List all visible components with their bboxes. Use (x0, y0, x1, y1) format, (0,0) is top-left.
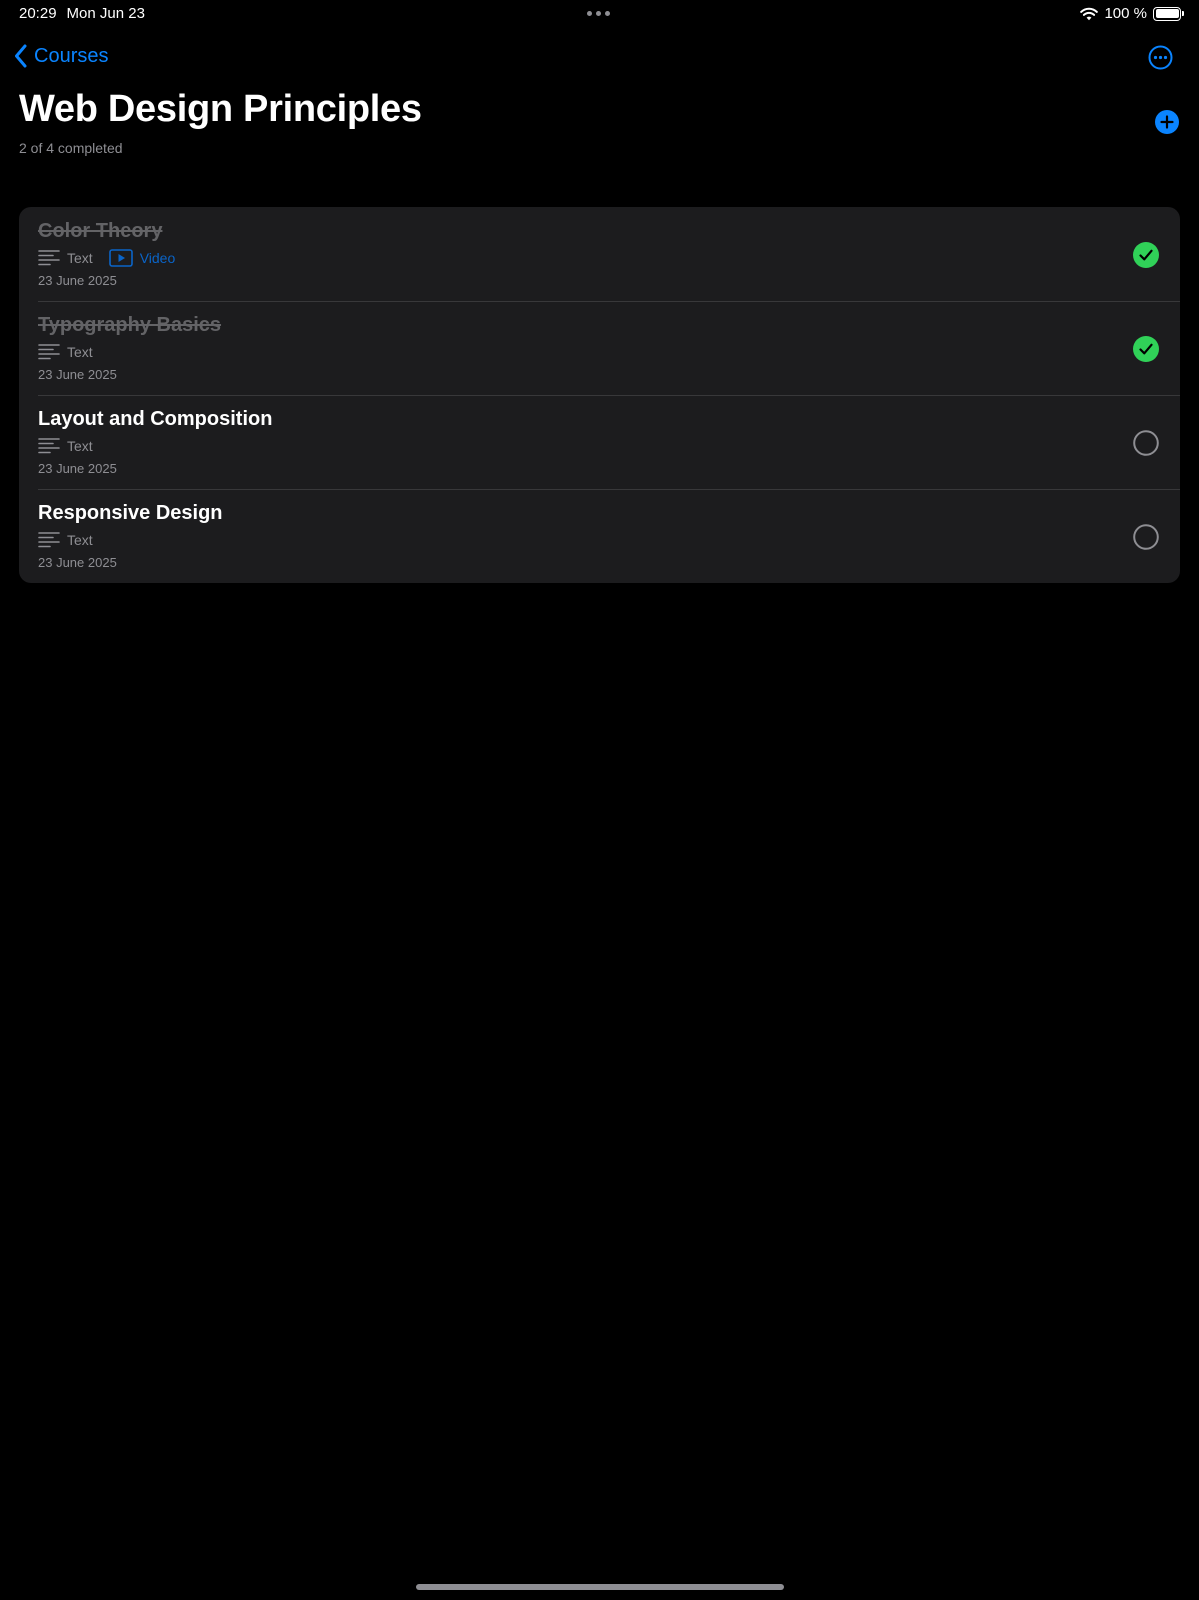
lesson-row[interactable]: Color Theory Text Video 23 June 2025 (19, 207, 1180, 301)
completion-summary: 2 of 4 completed (19, 140, 123, 156)
content-type-label: Text (67, 250, 93, 266)
ellipsis-circle-icon[interactable] (1148, 45, 1173, 70)
checkmark-circle-icon[interactable] (1133, 242, 1159, 268)
content-type-label: Text (67, 438, 93, 454)
plus-circle-icon[interactable] (1155, 110, 1179, 134)
lesson-title: Color Theory (38, 220, 163, 242)
play-rectangle-icon (108, 249, 133, 267)
status-time: 20:29 (19, 5, 57, 22)
empty-circle-icon[interactable] (1133, 430, 1159, 456)
back-button[interactable]: Courses (14, 44, 108, 68)
lesson-title: Layout and Composition (38, 408, 273, 430)
text-lines-icon (38, 344, 60, 360)
status-time-date: 20:29 Mon Jun 23 (19, 5, 145, 22)
content-type-text: Text (38, 249, 93, 267)
content-type-text: Text (38, 437, 93, 455)
content-type-label: Video (139, 250, 176, 266)
lesson-content-types: Text (38, 531, 109, 549)
content-type-label: Text (67, 532, 93, 548)
status-bar: 20:29 Mon Jun 23 100 % (0, 0, 1199, 30)
empty-circle-icon[interactable] (1133, 524, 1159, 550)
lesson-title: Responsive Design (38, 502, 223, 524)
back-button-label: Courses (34, 44, 109, 67)
checkmark-circle-icon[interactable] (1133, 336, 1159, 362)
lesson-date: 23 June 2025 (38, 273, 117, 288)
lesson-row[interactable]: Typography Basics Text 23 June 2025 (19, 301, 1180, 395)
content-type-text: Text (38, 343, 93, 361)
chevron-left-icon (15, 44, 27, 68)
text-lines-icon (38, 532, 60, 548)
content-type-video[interactable]: Video (108, 249, 176, 267)
lesson-row[interactable]: Responsive Design Text 23 June 2025 (19, 489, 1180, 583)
lesson-content-types: Text Video (38, 249, 191, 267)
lesson-content-types: Text (38, 437, 109, 455)
text-lines-icon (38, 250, 60, 266)
lesson-content-types: Text (38, 343, 109, 361)
battery-icon (1153, 6, 1184, 21)
text-lines-icon (38, 438, 60, 454)
content-type-label: Text (67, 344, 93, 360)
wifi-icon (1080, 7, 1099, 20)
lesson-date: 23 June 2025 (38, 461, 117, 476)
home-indicator[interactable] (416, 1584, 784, 1590)
status-indicators: 100 % (1080, 5, 1184, 22)
lesson-title: Typography Basics (38, 314, 222, 336)
lesson-row[interactable]: Layout and Composition Text 23 June 2025 (19, 395, 1180, 489)
page-title: Web Design Principles (19, 88, 422, 130)
status-date: Mon Jun 23 (66, 5, 145, 22)
content-type-text: Text (38, 531, 93, 549)
lesson-list: Color Theory Text Video 23 June 2025 Typ… (19, 207, 1180, 583)
battery-percent: 100 % (1104, 5, 1147, 22)
lesson-date: 23 June 2025 (38, 555, 117, 570)
screen: 20:29 Mon Jun 23 100 % Courses Web Design… (0, 0, 1199, 1600)
multitasking-dots-icon[interactable] (587, 11, 610, 16)
lesson-date: 23 June 2025 (38, 367, 117, 382)
